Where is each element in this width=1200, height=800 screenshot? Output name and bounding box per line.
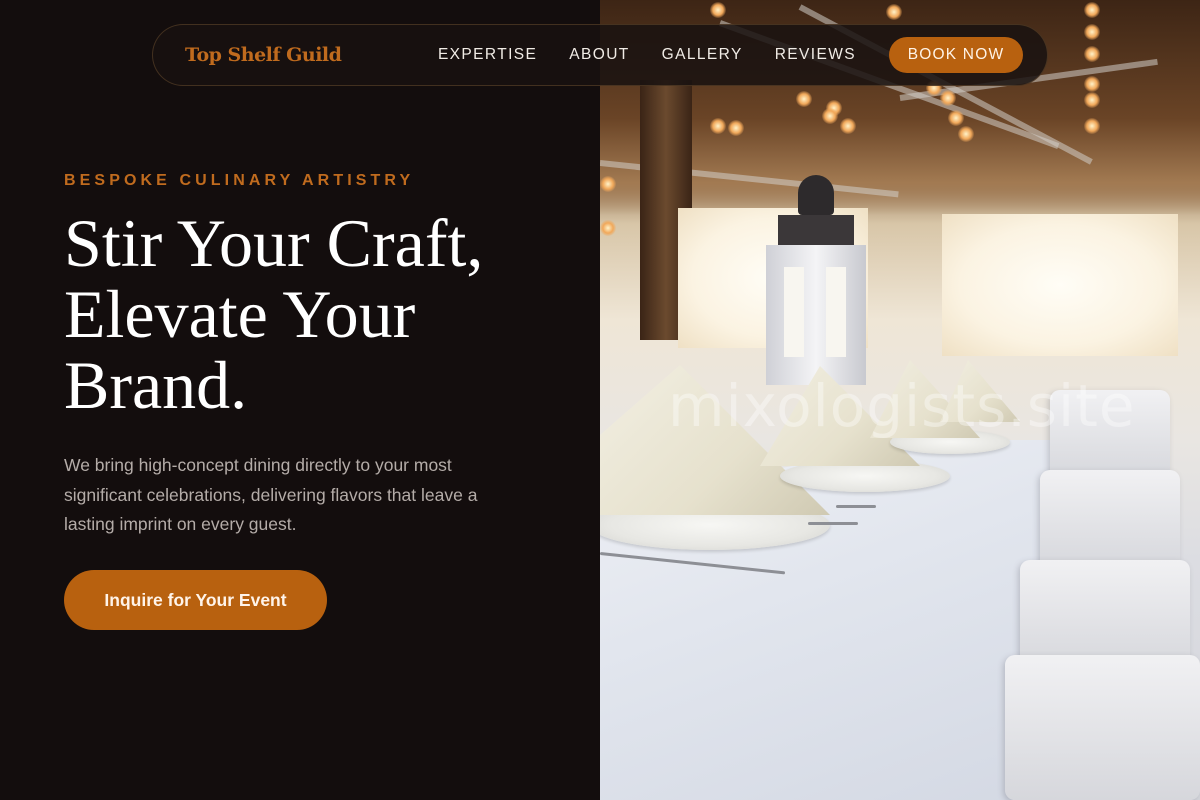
nav-link-gallery[interactable]: GALLERY: [662, 46, 743, 64]
hero-headline: Stir Your Craft, Elevate Your Brand.: [64, 205, 484, 423]
inquire-event-button[interactable]: Inquire for Your Event: [64, 570, 327, 630]
top-navigation-bar: Top Shelf Guild EXPERTISE ABOUT GALLERY …: [152, 24, 1048, 86]
watermark: mixologists.site: [668, 372, 1136, 440]
hero-description: We bring high-concept dining directly to…: [64, 455, 478, 534]
window-right: [942, 214, 1178, 356]
nav-links: EXPERTISE ABOUT GALLERY REVIEWS: [438, 46, 856, 64]
lantern: [756, 175, 876, 385]
nav-link-expertise[interactable]: EXPERTISE: [438, 46, 537, 64]
brand-logo[interactable]: Top Shelf Guild: [185, 44, 342, 66]
hero-eyebrow: BESPOKE CULINARY ARTISTRY: [64, 172, 415, 189]
nav-link-reviews[interactable]: REVIEWS: [775, 46, 856, 64]
nav-link-about[interactable]: ABOUT: [569, 46, 629, 64]
book-now-button[interactable]: BOOK NOW: [889, 37, 1023, 73]
